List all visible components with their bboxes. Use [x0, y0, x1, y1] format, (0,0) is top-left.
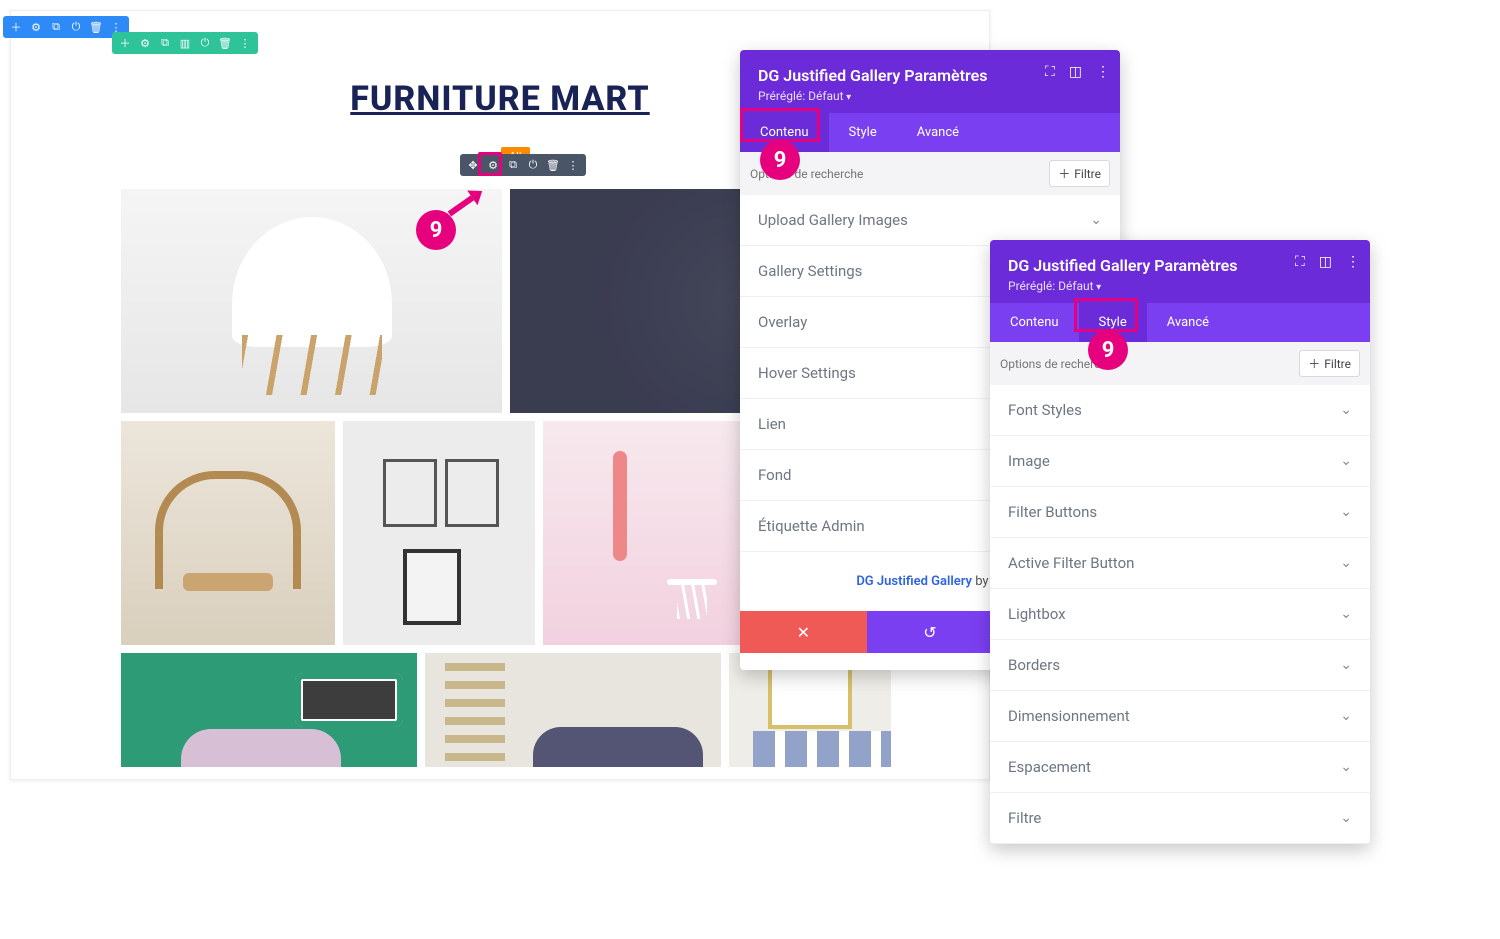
- chevron-down-icon: ⌄: [1340, 555, 1352, 571]
- chevron-down-icon: ⌄: [1340, 606, 1352, 622]
- duplicate-icon[interactable]: ⧉: [49, 20, 63, 34]
- chevron-down-icon: ⌄: [1340, 453, 1352, 469]
- power-icon[interactable]: ⏻: [198, 36, 212, 50]
- search-input[interactable]: [1000, 357, 1299, 371]
- panel-header[interactable]: DG Justified Gallery Paramètres Préréglé…: [990, 240, 1370, 303]
- option-row[interactable]: Filtre⌄: [990, 793, 1370, 844]
- gallery-tile[interactable]: [121, 653, 417, 767]
- chevron-down-icon: ⌄: [1340, 657, 1352, 673]
- more-icon[interactable]: ⋮: [566, 158, 580, 172]
- annotation-badge: 9: [416, 210, 456, 250]
- gallery-tile[interactable]: [425, 653, 721, 767]
- panel-preset[interactable]: Préréglé: Défaut: [1008, 279, 1352, 293]
- option-row[interactable]: Upload Gallery Images⌄: [740, 195, 1120, 246]
- option-row[interactable]: Borders⌄: [990, 640, 1370, 691]
- trash-icon[interactable]: 🗑: [89, 20, 103, 34]
- chevron-down-icon: ⌄: [1340, 402, 1352, 418]
- plus-icon[interactable]: ＋: [118, 36, 132, 50]
- annotation-badge: 9: [760, 140, 800, 180]
- panel-preset[interactable]: Préréglé: Défaut: [758, 89, 1102, 103]
- section-toolbar[interactable]: ＋ ⚙ ⧉ ⏻ 🗑 ⋮: [3, 16, 129, 38]
- row-toolbar[interactable]: ＋ ⚙ ⧉ ▥ ⏻ 🗑 ⋮: [112, 32, 258, 54]
- gallery-tile[interactable]: [343, 421, 535, 645]
- option-row[interactable]: Dimensionnement⌄: [990, 691, 1370, 742]
- duplicate-icon[interactable]: ⧉: [506, 158, 520, 172]
- option-row[interactable]: Image⌄: [990, 436, 1370, 487]
- annotation-badge: 9: [1088, 330, 1128, 370]
- highlight-tab-style: [1074, 298, 1138, 332]
- highlight-tab-content: [740, 108, 820, 142]
- trash-icon[interactable]: 🗑: [218, 36, 232, 50]
- filter-button[interactable]: ＋Filtre: [1049, 160, 1110, 187]
- tab-advanced[interactable]: Avancé: [897, 113, 979, 152]
- tab-advanced[interactable]: Avancé: [1147, 303, 1229, 342]
- chevron-down-icon: ⌄: [1340, 810, 1352, 826]
- option-row[interactable]: Font Styles⌄: [990, 385, 1370, 436]
- tab-content[interactable]: Contenu: [990, 303, 1079, 342]
- dock-icon[interactable]: ◫: [1069, 64, 1082, 80]
- trash-icon[interactable]: 🗑: [546, 158, 560, 172]
- chevron-down-icon: ⌄: [1340, 504, 1352, 520]
- options-list: Font Styles⌄ Image⌄ Filter Buttons⌄ Acti…: [990, 385, 1370, 844]
- close-button[interactable]: ✕: [740, 611, 867, 653]
- tab-style[interactable]: Style: [829, 113, 897, 152]
- panel-search-row: ＋Filtre: [990, 342, 1370, 385]
- more-icon[interactable]: ⋮: [1096, 64, 1110, 80]
- filter-button[interactable]: ＋Filtre: [1299, 350, 1360, 377]
- dock-icon[interactable]: ◫: [1319, 254, 1332, 270]
- gallery-tile[interactable]: [729, 653, 891, 767]
- credit-link[interactable]: DG Justified Gallery: [856, 574, 972, 589]
- expand-icon[interactable]: ⛶: [1295, 254, 1305, 270]
- settings-panel-style: DG Justified Gallery Paramètres Préréglé…: [990, 240, 1370, 844]
- plus-icon: ＋: [1308, 355, 1320, 372]
- chevron-down-icon: ⌄: [1340, 759, 1352, 775]
- panel-tabs: Contenu Style Avancé: [990, 303, 1370, 342]
- more-icon[interactable]: ⋮: [1346, 254, 1360, 270]
- highlight-gear: [478, 152, 502, 176]
- gear-icon[interactable]: ⚙: [29, 20, 43, 34]
- plus-icon: ＋: [1058, 165, 1070, 182]
- power-icon[interactable]: ⏻: [526, 158, 540, 172]
- chat-bubble-icon[interactable]: [565, 747, 595, 767]
- option-row[interactable]: Lightbox⌄: [990, 589, 1370, 640]
- option-row[interactable]: Filter Buttons⌄: [990, 487, 1370, 538]
- option-row[interactable]: Espacement⌄: [990, 742, 1370, 793]
- chevron-down-icon: ⌄: [1090, 212, 1102, 228]
- expand-icon[interactable]: ⛶: [1045, 64, 1055, 80]
- undo-button[interactable]: ↺: [867, 611, 994, 653]
- chevron-down-icon: ⌄: [1340, 708, 1352, 724]
- gear-icon[interactable]: ⚙: [138, 36, 152, 50]
- more-icon[interactable]: ⋮: [238, 36, 252, 50]
- columns-icon[interactable]: ▥: [178, 36, 192, 50]
- panel-header[interactable]: DG Justified Gallery Paramètres Préréglé…: [740, 50, 1120, 113]
- option-row[interactable]: Active Filter Button⌄: [990, 538, 1370, 589]
- plus-icon[interactable]: ＋: [9, 20, 23, 34]
- duplicate-icon[interactable]: ⧉: [158, 36, 172, 50]
- power-icon[interactable]: ⏻: [69, 20, 83, 34]
- gallery-tile[interactable]: [121, 421, 335, 645]
